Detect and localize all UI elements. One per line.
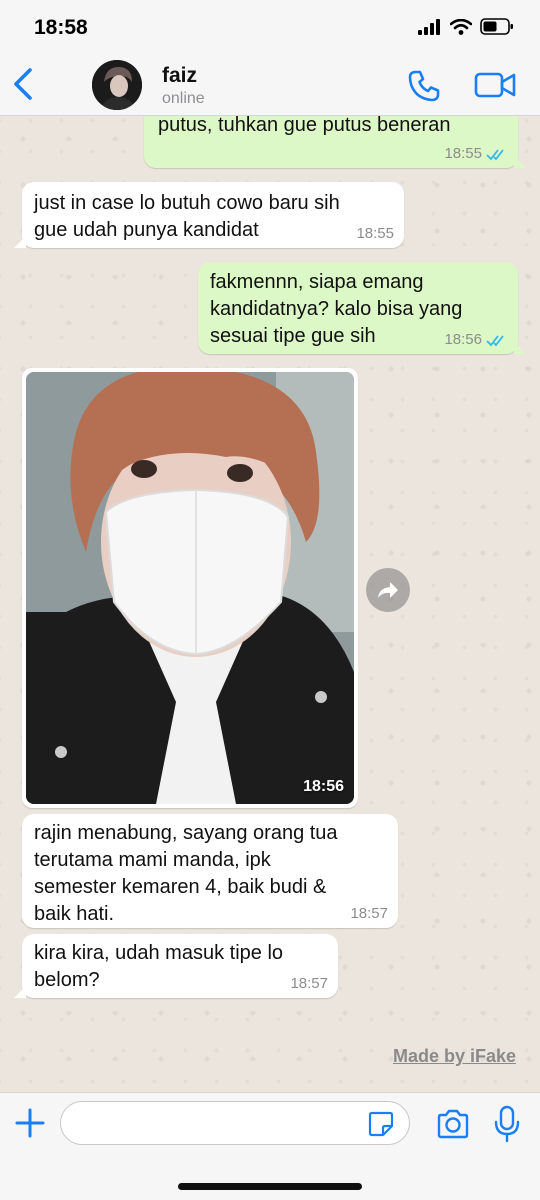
- double-check-icon: [486, 334, 504, 346]
- plus-icon[interactable]: [14, 1107, 46, 1139]
- bubble-tail: [514, 342, 526, 354]
- chat-header: faiz online: [0, 56, 540, 116]
- sticker-icon[interactable]: [368, 1111, 394, 1137]
- message-time: 18:55: [356, 225, 394, 242]
- input-bar: [0, 1092, 540, 1200]
- wifi-icon: [450, 18, 472, 35]
- message-meta: 18:57: [290, 976, 328, 992]
- message-photo[interactable]: 18:56: [26, 372, 354, 804]
- message-meta: 18:57: [350, 906, 388, 922]
- message-bubble-incoming[interactable]: kira kira, udah masuk tipe lo belom? 18:…: [14, 934, 338, 998]
- camera-icon[interactable]: [436, 1109, 470, 1139]
- status-icons: [418, 18, 514, 35]
- status-time: 18:58: [34, 16, 88, 39]
- bubble-tail: [14, 236, 26, 248]
- bubble-tail: [514, 156, 526, 168]
- forward-icon: [378, 582, 398, 598]
- message-time: 18:55: [444, 145, 482, 162]
- message-meta: 18:56: [444, 332, 508, 348]
- message-meta: 18:55: [356, 226, 394, 242]
- message-bubble-incoming[interactable]: just in case lo butuh cowo baru sih gue …: [14, 182, 404, 248]
- forward-button[interactable]: [366, 568, 410, 612]
- message-bubble-outgoing[interactable]: fakmennn, siapa emang kandidatnya? kalo …: [198, 262, 526, 354]
- back-chevron-icon[interactable]: [10, 66, 38, 102]
- microphone-icon[interactable]: [494, 1105, 520, 1143]
- status-bar: 18:58: [0, 0, 540, 56]
- message-time: 18:57: [290, 975, 328, 992]
- message-meta: 18:55: [444, 146, 508, 162]
- video-camera-icon[interactable]: [474, 70, 516, 100]
- message-text: just in case lo butuh cowo baru sih gue …: [34, 192, 340, 241]
- message-time: 18:57: [350, 905, 388, 922]
- message-bubble-outgoing[interactable]: putus, tuhkan gue putus beneran 18:55: [144, 116, 526, 168]
- bubble-tail: [14, 986, 26, 998]
- signal-icon: [418, 18, 440, 35]
- message-input[interactable]: [60, 1101, 410, 1145]
- watermark: Made by iFake: [392, 1046, 516, 1066]
- home-indicator: [178, 1183, 362, 1190]
- phone-icon[interactable]: [406, 68, 442, 104]
- avatar[interactable]: [92, 60, 142, 110]
- contact-status: online: [162, 90, 205, 107]
- message-text: rajin menabung, sayang orang tua terutam…: [34, 822, 338, 925]
- contact-name[interactable]: faiz: [162, 64, 197, 88]
- message-text: kira kira, udah masuk tipe lo belom?: [34, 942, 284, 991]
- message-time: 18:56: [444, 331, 482, 348]
- double-check-icon: [486, 148, 504, 160]
- message-photo-bubble[interactable]: 18:56: [22, 368, 358, 808]
- battery-icon: [480, 18, 513, 35]
- message-text: putus, tuhkan gue putus beneran: [158, 116, 451, 136]
- photo-time: 18:56: [303, 778, 344, 795]
- avatar-photo: [92, 60, 142, 110]
- chat-area[interactable]: putus, tuhkan gue putus beneran 18:55 ju…: [0, 116, 540, 1092]
- message-bubble-incoming[interactable]: rajin menabung, sayang orang tua terutam…: [22, 814, 398, 928]
- photo-image: [26, 372, 354, 804]
